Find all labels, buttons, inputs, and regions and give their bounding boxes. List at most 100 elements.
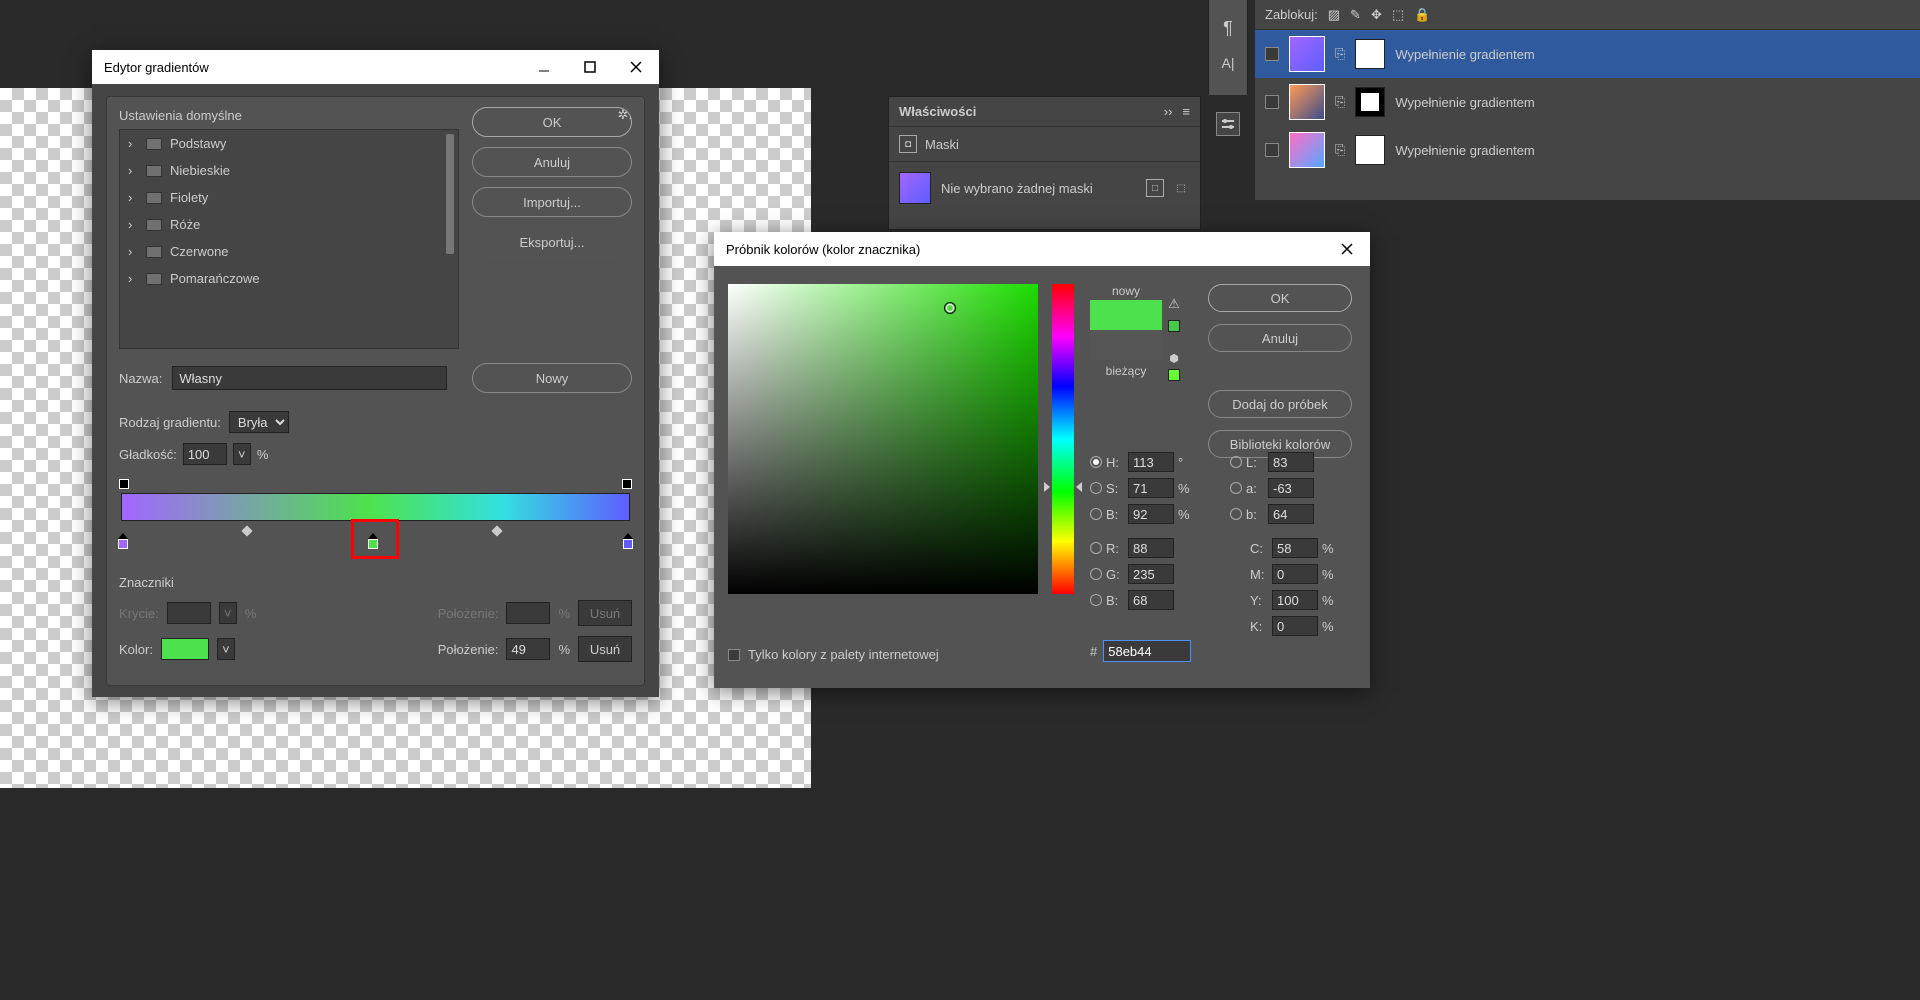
lock-move-icon[interactable]: ✥ [1371, 7, 1382, 23]
c-input[interactable] [1272, 538, 1318, 558]
close-button[interactable] [1324, 232, 1370, 266]
adjustments-icon[interactable] [1216, 112, 1240, 136]
l-radio[interactable] [1230, 456, 1242, 468]
mask-mode-icon[interactable]: ◘ [899, 135, 917, 153]
gamut-swatch[interactable] [1168, 320, 1180, 332]
import-button[interactable]: Importuj... [472, 187, 632, 217]
paragraph-icon[interactable]: ¶ [1223, 18, 1233, 39]
lock-brush-icon[interactable]: ✎ [1350, 7, 1361, 23]
l-input[interactable] [1268, 452, 1314, 472]
stop-color-swatch[interactable] [161, 638, 209, 660]
window-title: Edytor gradientów [104, 60, 521, 75]
add-swatch-button[interactable]: Dodaj do próbek [1208, 390, 1352, 418]
scrollbar-thumb[interactable] [446, 134, 454, 254]
k-input[interactable] [1272, 616, 1318, 636]
g-input[interactable] [1128, 564, 1174, 584]
pixel-mask-icon[interactable]: □ [1146, 179, 1164, 197]
delete-color-stop-button[interactable]: Usuń [578, 636, 632, 662]
b2-radio[interactable] [1090, 594, 1102, 606]
m-input[interactable] [1272, 564, 1318, 584]
g-radio[interactable] [1090, 568, 1102, 580]
visibility-checkbox[interactable] [1265, 47, 1279, 61]
hex-input[interactable] [1103, 640, 1191, 662]
bri-radio[interactable] [1090, 508, 1102, 520]
collapse-icon[interactable]: ›› [1164, 104, 1173, 119]
s-input[interactable] [1128, 478, 1174, 498]
opacity-stop[interactable] [622, 479, 632, 489]
new-button[interactable]: Nowy [472, 363, 632, 393]
sat-radio[interactable] [1090, 482, 1102, 494]
cancel-button[interactable]: Anuluj [472, 147, 632, 177]
minimize-button[interactable] [521, 50, 567, 84]
color-dropdown[interactable]: ˅ [217, 638, 235, 660]
ok-button[interactable]: OK [1208, 284, 1352, 312]
link-icon: ⎘ [1335, 46, 1345, 62]
pct-label: % [257, 447, 269, 462]
opacity-stop[interactable] [119, 479, 129, 489]
titlebar[interactable]: Próbnik kolorów (kolor znacznika) [714, 232, 1370, 266]
type-select[interactable]: Bryła [229, 411, 289, 433]
current-color-swatch[interactable] [1090, 330, 1162, 360]
smooth-dropdown[interactable]: ˅ [233, 443, 251, 465]
visibility-checkbox[interactable] [1265, 95, 1279, 109]
color-position-input[interactable] [506, 638, 550, 660]
a-radio[interactable] [1230, 482, 1242, 494]
sv-cursor[interactable] [944, 302, 956, 314]
hue-radio[interactable] [1090, 456, 1102, 468]
gradient-editor-window: Edytor gradientów Ustawienia domyślne ✲.… [92, 50, 659, 697]
layer-name[interactable]: Wypełnienie gradientem [1395, 95, 1534, 110]
layer-row[interactable]: ⎘ Wypełnienie gradientem [1255, 126, 1920, 174]
labb-input[interactable] [1268, 504, 1314, 524]
websafe-swatch[interactable] [1168, 369, 1180, 381]
websafe-checkbox[interactable] [728, 649, 740, 661]
y-input[interactable] [1272, 590, 1318, 610]
lock-artboard-icon[interactable]: ⬚ [1392, 7, 1404, 23]
preset-list[interactable]: ›Podstawy ›Niebieskie ›Fiolety ›Róże ›Cz… [119, 129, 459, 349]
scrollbar[interactable] [444, 132, 456, 346]
ok-button[interactable]: OK [472, 107, 632, 137]
preset-folder[interactable]: ›Niebieskie [120, 157, 458, 184]
preset-folder[interactable]: ›Pomarańczowe [120, 265, 458, 292]
hue-slider[interactable] [1052, 284, 1074, 594]
lab-b-radio[interactable] [1230, 508, 1242, 520]
websafe-warning-icon[interactable]: ⬢ [1169, 352, 1179, 365]
gamut-warning-icon[interactable]: ⚠ [1168, 296, 1180, 312]
midpoint-diamond[interactable] [241, 525, 252, 536]
b2-input[interactable] [1128, 590, 1174, 610]
maximize-button[interactable] [567, 50, 613, 84]
h-input[interactable] [1128, 452, 1174, 472]
midpoint-diamond[interactable] [491, 525, 502, 536]
a-input[interactable] [1268, 478, 1314, 498]
lock-all-icon[interactable]: 🔒 [1414, 7, 1430, 23]
r-input[interactable] [1128, 538, 1174, 558]
layer-name[interactable]: Wypełnienie gradientem [1395, 47, 1534, 62]
name-input[interactable] [172, 366, 447, 390]
titlebar[interactable]: Edytor gradientów [92, 50, 659, 84]
color-stop[interactable] [622, 533, 634, 549]
gradient-bar[interactable] [121, 493, 630, 521]
h-label: H: [1106, 455, 1124, 470]
char-panel-icon[interactable]: A| [1222, 55, 1235, 71]
gradient-ramp[interactable] [119, 479, 632, 559]
layer-mask-thumb[interactable] [1355, 39, 1385, 69]
close-button[interactable] [613, 50, 659, 84]
r-radio[interactable] [1090, 542, 1102, 554]
preset-folder[interactable]: ›Róże [120, 211, 458, 238]
b-input[interactable] [1128, 504, 1174, 524]
preset-folder[interactable]: ›Podstawy [120, 130, 458, 157]
panel-menu-icon[interactable]: ≡ [1182, 104, 1190, 119]
vector-mask-icon[interactable]: ⬚ [1172, 179, 1190, 197]
layer-mask-thumb[interactable] [1355, 135, 1385, 165]
layer-mask-thumb[interactable] [1355, 87, 1385, 117]
preset-folder[interactable]: ›Fiolety [120, 184, 458, 211]
visibility-checkbox[interactable] [1265, 143, 1279, 157]
smooth-input[interactable] [183, 443, 227, 465]
color-stop[interactable] [117, 533, 129, 549]
layer-row[interactable]: ⎘ Wypełnienie gradientem [1255, 78, 1920, 126]
layer-name[interactable]: Wypełnienie gradientem [1395, 143, 1534, 158]
cancel-button[interactable]: Anuluj [1208, 324, 1352, 352]
lock-transparency-icon[interactable]: ▨ [1328, 7, 1340, 23]
preset-folder[interactable]: ›Czerwone [120, 238, 458, 265]
layer-row[interactable]: ⎘ Wypełnienie gradientem [1255, 30, 1920, 78]
saturation-value-field[interactable] [728, 284, 1038, 594]
